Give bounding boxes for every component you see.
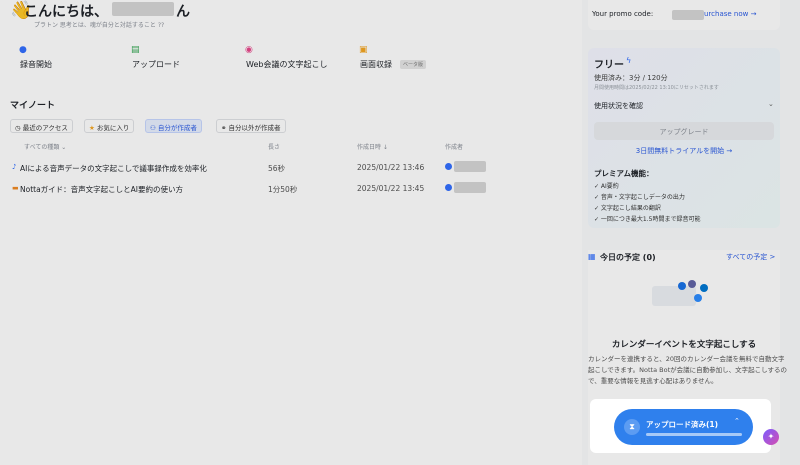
avatar xyxy=(445,184,452,191)
audio-file-icon: ♪ xyxy=(12,163,17,171)
table-row[interactable]: ▬ Nottaガイド：音声文字起こしとAI要約の使い方 1分50秒 2025/0… xyxy=(10,181,570,199)
feature-item: ✓ 一回につき最大1.5時間まで録音可能 xyxy=(594,216,701,223)
star-icon: ★ xyxy=(89,124,97,132)
feature-item: ✓ 音声・文字起こしデータの出力 xyxy=(594,194,685,201)
calendar-illustration xyxy=(648,280,720,310)
hourglass-icon: ⧗ xyxy=(624,419,640,435)
upload-status-pill[interactable]: ⧗ アップロード済み(1) ⌃ xyxy=(614,409,753,445)
upgrade-button[interactable]: アップグレード xyxy=(594,122,774,140)
filter-favorites-label: お気に入り xyxy=(96,124,130,132)
blurred-user-name xyxy=(112,2,174,16)
ai-assistant-icon[interactable]: ✦ xyxy=(763,429,779,445)
column-length: 長さ xyxy=(268,144,281,151)
upload-file-icon: ▤ xyxy=(131,45,140,55)
note-length: 1分50秒 xyxy=(268,185,298,194)
web-meeting-label: Web会議の文字起こし xyxy=(246,60,328,69)
plan-name: フリー xyxy=(594,60,624,71)
filter-recent-label: 最近のアクセス xyxy=(22,124,68,132)
note-date: 2025/01/22 13:45 xyxy=(357,184,425,193)
blurred-creator xyxy=(454,161,486,172)
microphone-icon: ● xyxy=(19,45,27,55)
my-notes-title: マイノート xyxy=(10,101,56,111)
upload-button[interactable]: ▤ アップロード xyxy=(122,44,232,72)
calendar-icon: ▦ xyxy=(588,252,596,261)
promo-banner: Your promo code: urchase now → xyxy=(588,0,780,30)
greeting-title: こんにちは、 xyxy=(24,4,108,20)
feature-item: ✓ AI要約 xyxy=(594,183,619,190)
web-meeting-transcribe-button[interactable]: ◉ Web会議の文字起こし xyxy=(236,44,346,72)
video-file-icon: ▬ xyxy=(12,184,19,192)
plan-card: フリー ϟ 使用済み：3分 / 120分 月間使用時間は2025/02/22 1… xyxy=(588,48,780,228)
upload-progress-bar xyxy=(646,433,742,436)
right-sidebar: Your promo code: urchase now → フリー ϟ 使用済… xyxy=(582,0,800,465)
teams-icon xyxy=(688,280,696,288)
purchase-now-link[interactable]: urchase now → xyxy=(704,10,756,18)
google-calendar-icon xyxy=(678,282,686,290)
column-creator: 作成者 xyxy=(445,144,464,151)
start-trial-link[interactable]: 3日間無料トライアルを開始 → xyxy=(588,146,780,156)
promo-label: Your promo code: xyxy=(592,10,654,18)
calendar-transcribe-title: カレンダーイベントを文字起こしする xyxy=(611,340,757,350)
note-length: 56秒 xyxy=(268,164,286,173)
table-row[interactable]: ♪ AIによる音声データの文字起こしで議事録作成を効率化 56秒 2025/01… xyxy=(10,160,570,178)
bolt-icon: ϟ xyxy=(626,56,632,65)
filter-created-by-others-label: 自分以外が作成者 xyxy=(228,124,281,132)
chevron-up-icon[interactable]: ⌃ xyxy=(734,417,740,425)
notes-table-header: すべての種類 ⌄ 長さ 作成日時 ↓ 作成者 xyxy=(10,141,570,153)
filter-favorites[interactable]: ★ お気に入り xyxy=(84,119,135,133)
person-icon: ⚇ xyxy=(150,124,158,132)
today-title: 今日の予定 (0) xyxy=(600,253,656,262)
greeting-subtitle: プラトン 思考とは、魂が自分と対話すること ?? xyxy=(34,22,165,29)
screen-record-button[interactable]: ▣ 画面収録 ベータ版 xyxy=(350,44,550,72)
note-date: 2025/01/22 13:46 xyxy=(357,163,425,172)
upload-status-panel: ⧗ アップロード済み(1) ⌃ xyxy=(590,399,771,453)
filter-created-by-me[interactable]: ⚇ 自分が作成者 xyxy=(145,119,202,133)
start-recording-label: 録音開始 xyxy=(20,60,52,69)
quick-actions: ● 録音開始 ▤ アップロード ◉ Web会議の文字起こし ▣ 画面収録 ベータ… xyxy=(10,44,580,72)
screen-record-icon: ▣ xyxy=(359,45,368,55)
feature-item: ✓ 文字起こし結果の翻訳 xyxy=(594,205,661,212)
clock-icon: ◷ xyxy=(15,124,23,132)
check-usage-link[interactable]: 使用状況を確認 xyxy=(594,101,643,111)
start-recording-button[interactable]: ● 録音開始 xyxy=(10,44,120,72)
column-type[interactable]: すべての種類 ⌄ xyxy=(24,142,66,151)
chevron-down-icon[interactable]: ⌄ xyxy=(768,100,774,108)
filter-created-by-others[interactable]: ⚭ 自分以外が作成者 xyxy=(216,119,286,133)
usage-text: 使用済み：3分 / 120分 xyxy=(594,74,668,82)
filter-created-by-me-label: 自分が作成者 xyxy=(157,124,197,132)
calendar-transcribe-description: カレンダーを連携すると、20回のカレンダー会議を無料で自動文字起こしできます。N… xyxy=(588,355,787,385)
all-events-link[interactable]: すべての予定 > xyxy=(726,252,775,262)
filter-recent[interactable]: ◷ 最近のアクセス xyxy=(10,119,73,133)
note-name: AIによる音声データの文字起こしで議事録作成を効率化 xyxy=(20,164,207,173)
reset-text: 月間使用時間は2025/02/22 13:10にリセットされます xyxy=(594,85,719,91)
column-created-date[interactable]: 作成日時 ↓ xyxy=(357,142,388,151)
greeting-suffix: ん xyxy=(176,4,190,20)
avatar xyxy=(445,163,452,170)
outlook-icon xyxy=(700,284,708,292)
blurred-promo-code xyxy=(672,10,704,20)
upload-progress-fill xyxy=(646,433,742,436)
upload-label: アップロード xyxy=(132,60,180,69)
main-area: 👋 こんにちは、 ん プラトン 思考とは、魂が自分と対話すること ?? ● 録音… xyxy=(0,0,582,465)
premium-features-title: プレミアム機能： xyxy=(594,169,654,178)
blurred-creator xyxy=(454,182,486,193)
upload-status-label: アップロード済み(1) xyxy=(646,420,719,429)
screen-record-label: 画面収録 xyxy=(360,60,392,69)
web-meeting-icon: ◉ xyxy=(245,45,253,55)
calendar-card-illustration xyxy=(652,286,696,306)
note-name: Nottaガイド：音声文字起こしとAI要約の使い方 xyxy=(20,185,184,194)
link-icon: ⚭ xyxy=(221,124,229,132)
zoom-icon xyxy=(694,294,702,302)
beta-badge: ベータ版 xyxy=(400,60,427,69)
